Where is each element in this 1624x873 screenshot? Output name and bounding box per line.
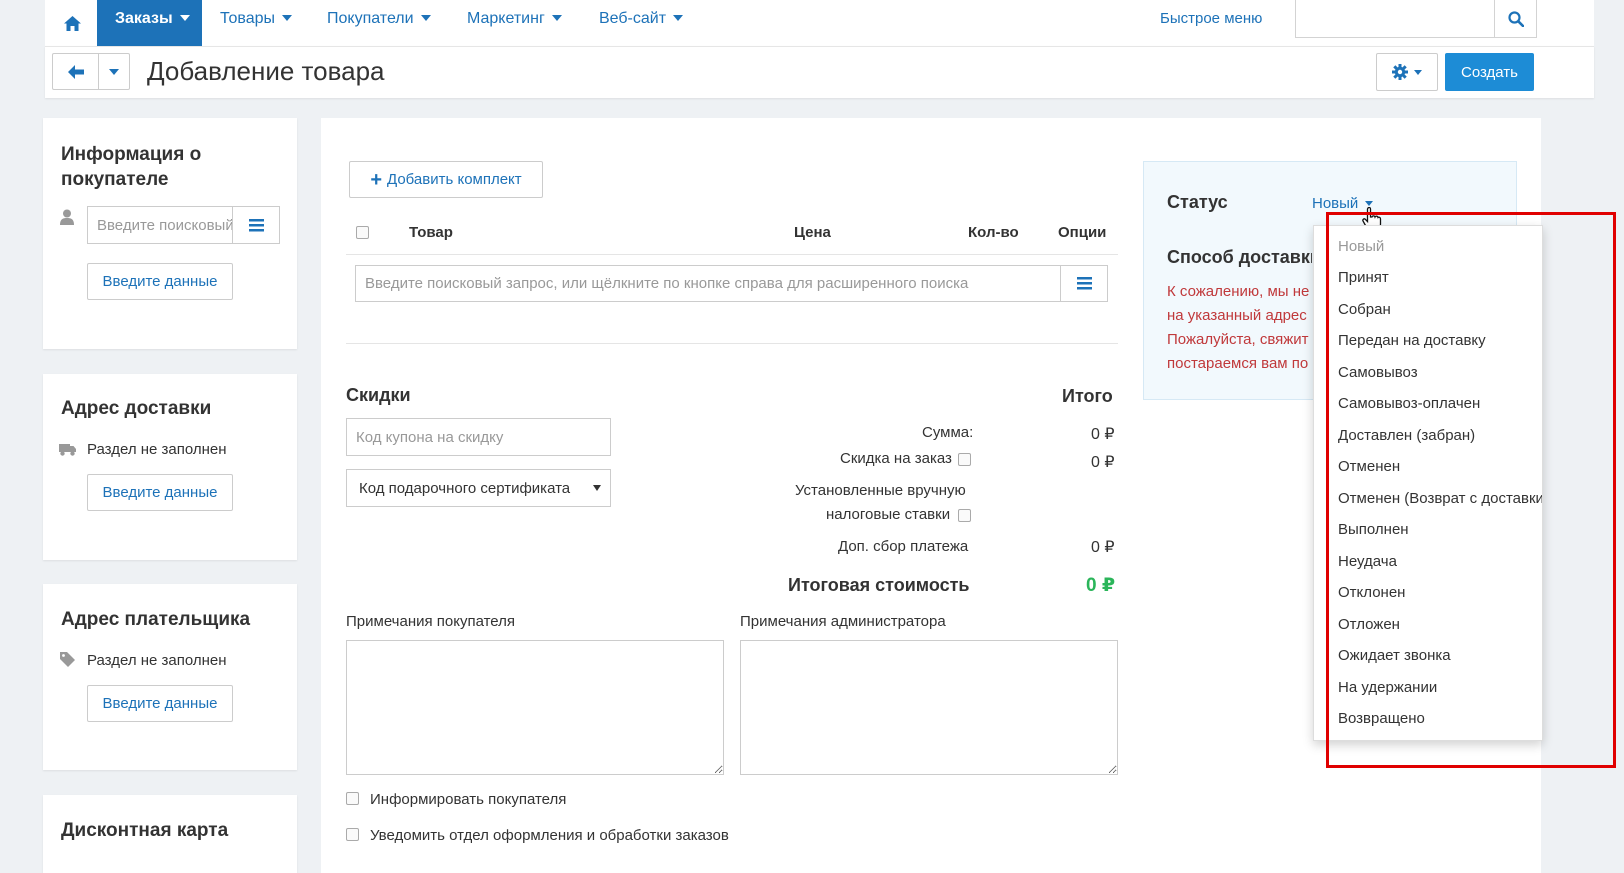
customer-notes-textarea[interactable] — [346, 640, 724, 775]
chevron-down-icon — [1365, 201, 1374, 206]
divider — [346, 254, 1118, 255]
shipping-address-title: Адрес доставки — [61, 398, 212, 419]
manual-tax-checkbox[interactable] — [958, 509, 971, 522]
page-title: Добавление товара — [147, 56, 385, 86]
chevron-down-icon — [109, 68, 119, 75]
column-quantity: Кол-во — [968, 224, 1019, 241]
notify-customer-label: Информировать покупателя — [370, 791, 567, 808]
quick-menu-link[interactable]: Быстрое меню — [1160, 0, 1262, 46]
nav-marketing-label: Маркетинг — [467, 10, 545, 27]
column-product: Товар — [409, 224, 453, 241]
list-icon — [248, 218, 264, 231]
gear-icon — [1392, 64, 1408, 80]
product-search-input[interactable]: Введите поисковый запрос, или щёлкните п… — [355, 265, 1061, 302]
shipping-method-label: Способ доставки — [1167, 247, 1312, 267]
order-discount-label: Скидка на заказ — [840, 450, 952, 467]
order-discount-value: 0 ₽ — [1091, 454, 1115, 471]
total-title: Итого — [1062, 386, 1113, 406]
customer-notes-label: Примечания покупателя — [346, 613, 516, 630]
order-discount-checkbox[interactable] — [958, 453, 971, 466]
customer-search-input[interactable]: Введите поисковый запрос — [87, 206, 233, 244]
search-button[interactable] — [1495, 0, 1537, 38]
nav-orders-label: Заказы — [115, 10, 173, 27]
user-icon — [60, 209, 74, 225]
discounts-title: Скидки — [346, 385, 411, 405]
truck-icon — [59, 444, 76, 456]
add-kit-label: Добавить комплект — [387, 171, 522, 188]
grand-total-label: Итоговая стоимость — [788, 575, 970, 595]
shipping-warning-line: К сожалению, мы не — [1167, 283, 1310, 300]
product-advanced-search-button[interactable] — [1060, 265, 1108, 302]
settings-dropdown-button[interactable] — [1376, 53, 1438, 91]
grand-total-value: 0 ₽ — [1086, 575, 1116, 596]
create-button[interactable]: Создать — [1445, 53, 1534, 91]
customer-enter-data-button[interactable]: Введите данные — [87, 263, 233, 300]
admin-notes-textarea[interactable] — [740, 640, 1118, 775]
search-icon — [1507, 10, 1524, 27]
list-icon — [1076, 277, 1092, 290]
back-button[interactable] — [52, 53, 99, 90]
column-price: Цена — [794, 224, 831, 241]
divider — [346, 343, 1118, 344]
nav-customers-label: Покупатели — [327, 10, 414, 27]
status-current-value: Новый — [1312, 195, 1359, 212]
chevron-down-icon — [179, 15, 190, 21]
status-label: Статус — [1167, 192, 1228, 212]
nav-orders[interactable]: Заказы — [97, 0, 202, 46]
payment-fee-label: Доп. сбор платежа — [838, 538, 969, 555]
notify-department-checkbox[interactable] — [346, 828, 359, 841]
discount-card-title: Дисконтная карта — [61, 820, 229, 841]
chevron-down-icon — [282, 15, 293, 21]
customer-info-title: Информация о покупателе — [61, 144, 202, 190]
top-search-input[interactable] — [1295, 0, 1495, 38]
chevron-down-icon — [420, 15, 431, 21]
gift-certificate-select[interactable]: Код подарочного сертификата — [346, 469, 611, 507]
chevron-down-icon — [673, 15, 684, 21]
shipping-enter-data-button[interactable]: Введите данные — [87, 474, 233, 511]
sum-value: 0 ₽ — [1091, 426, 1115, 443]
nav-marketing[interactable]: Маркетинг — [467, 0, 562, 46]
chevron-down-icon — [551, 15, 562, 21]
nav-website-label: Веб-сайт — [599, 10, 667, 27]
back-dropdown-button[interactable] — [98, 53, 130, 90]
coupon-code-input[interactable]: Код купона на скидку — [346, 418, 611, 456]
nav-products[interactable]: Товары — [220, 0, 293, 46]
payer-address-title: Адрес плательщика — [61, 609, 251, 630]
shipping-warning-line: постараемся вам по — [1167, 355, 1309, 372]
home-icon[interactable] — [45, 0, 100, 46]
gift-certificate-value: Код подарочного сертификата — [359, 479, 571, 497]
arrow-left-icon — [67, 64, 84, 79]
manual-tax-label-line2: налоговые ставки — [826, 506, 951, 523]
column-options: Опции — [1058, 224, 1107, 241]
shipping-empty-text: Раздел не заполнен — [87, 441, 227, 458]
add-kit-button[interactable]: + Добавить комплект — [349, 161, 543, 198]
manual-tax-label-line1: Установленные вручную — [795, 482, 966, 499]
payer-enter-data-button[interactable]: Введите данные — [87, 685, 233, 722]
nav-products-label: Товары — [220, 10, 276, 27]
notify-customer-checkbox[interactable] — [346, 792, 359, 805]
chevron-down-icon — [593, 485, 601, 491]
plus-icon: + — [370, 168, 382, 191]
tag-icon — [60, 652, 75, 667]
nav-website[interactable]: Веб-сайт — [599, 0, 684, 46]
select-all-checkbox[interactable] — [356, 226, 369, 239]
highlight-annotation-box — [1326, 212, 1616, 768]
admin-notes-label: Примечания администратора — [740, 613, 946, 630]
sum-label: Сумма: — [922, 424, 974, 441]
customer-advanced-search-button[interactable] — [232, 206, 280, 244]
shipping-warning-line: на указанный адрес — [1167, 307, 1307, 324]
notify-department-label: Уведомить отдел оформления и обработки з… — [370, 827, 729, 844]
chevron-down-icon — [1414, 69, 1422, 75]
nav-customers[interactable]: Покупатели — [327, 0, 431, 46]
payer-empty-text: Раздел не заполнен — [87, 652, 227, 669]
payment-fee-value: 0 ₽ — [1091, 539, 1115, 556]
shipping-warning-line: Пожалуйста, свяжит — [1167, 331, 1309, 348]
